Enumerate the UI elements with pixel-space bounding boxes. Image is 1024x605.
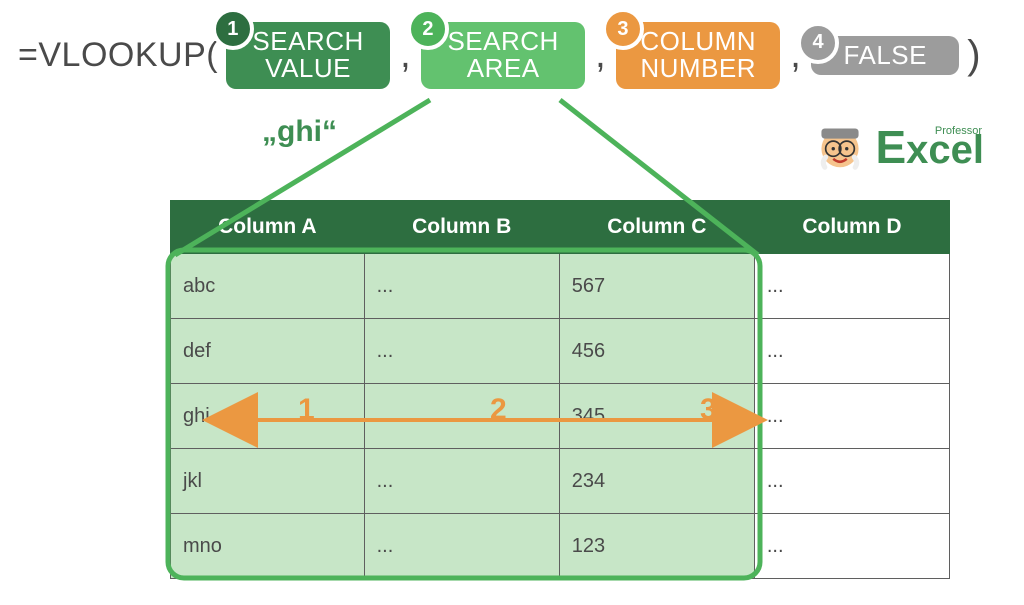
search-value-example: „ghi“ xyxy=(262,115,337,149)
table-cell: ... xyxy=(754,319,949,384)
table-cell: 456 xyxy=(559,319,754,384)
badge-2: 2 xyxy=(407,8,449,50)
table-cell: 567 xyxy=(559,254,754,319)
arrow-num-2: 2 xyxy=(490,393,507,427)
logo-text: Excel Professor xyxy=(875,124,984,170)
badge-4: 4 xyxy=(797,22,839,64)
table-cell: ... xyxy=(754,514,949,579)
table-cell: ... xyxy=(364,319,559,384)
formula-prefix: =VLOOKUP( xyxy=(18,36,218,75)
table-cell: ... xyxy=(364,514,559,579)
table-row: mno...123... xyxy=(171,514,950,579)
table-cell: ... xyxy=(754,449,949,514)
badge-1: 1 xyxy=(212,8,254,50)
arg-column-number: 3 COLUMN NUMBER xyxy=(616,22,780,89)
table-cell: ghi xyxy=(171,384,365,449)
table-cell: ... xyxy=(754,254,949,319)
table-row: def...456... xyxy=(171,319,950,384)
professor-face-icon xyxy=(813,120,867,174)
badge-3: 3 xyxy=(602,8,644,50)
table-cell: 123 xyxy=(559,514,754,579)
table-cell: 234 xyxy=(559,449,754,514)
arrow-num-1: 1 xyxy=(298,393,315,427)
diagram-stage: =VLOOKUP( 1 SEARCH VALUE , 2 SEARCH AREA… xyxy=(0,0,1024,605)
table-cell: ... xyxy=(364,254,559,319)
table-cell: ... xyxy=(754,384,949,449)
professor-excel-logo: Excel Professor xyxy=(813,120,984,174)
table-cell: ... xyxy=(364,449,559,514)
arg-false: 4 FALSE xyxy=(811,36,959,75)
formula-row: =VLOOKUP( 1 SEARCH VALUE , 2 SEARCH AREA… xyxy=(0,22,1024,89)
table-cell: abc xyxy=(171,254,365,319)
table-row: ghi...345... xyxy=(171,384,950,449)
arg-search-value: 1 SEARCH VALUE xyxy=(226,22,390,89)
arrow-num-3: 3 xyxy=(700,393,717,427)
table-cell: def xyxy=(171,319,365,384)
col-header: Column D xyxy=(754,201,949,254)
table-row: jkl...234... xyxy=(171,449,950,514)
table-cell: jkl xyxy=(171,449,365,514)
table-cell: ... xyxy=(364,384,559,449)
col-header: Column C xyxy=(559,201,754,254)
arg-search-area: 2 SEARCH AREA xyxy=(421,22,585,89)
col-header: Column B xyxy=(364,201,559,254)
col-header: Column A xyxy=(171,201,365,254)
table-cell: 345 xyxy=(559,384,754,449)
table-cell: mno xyxy=(171,514,365,579)
example-table: Column A Column B Column C Column D abc.… xyxy=(170,200,950,579)
table-row: abc...567... xyxy=(171,254,950,319)
formula-close: ) xyxy=(967,33,981,78)
table-header-row: Column A Column B Column C Column D xyxy=(171,201,950,254)
